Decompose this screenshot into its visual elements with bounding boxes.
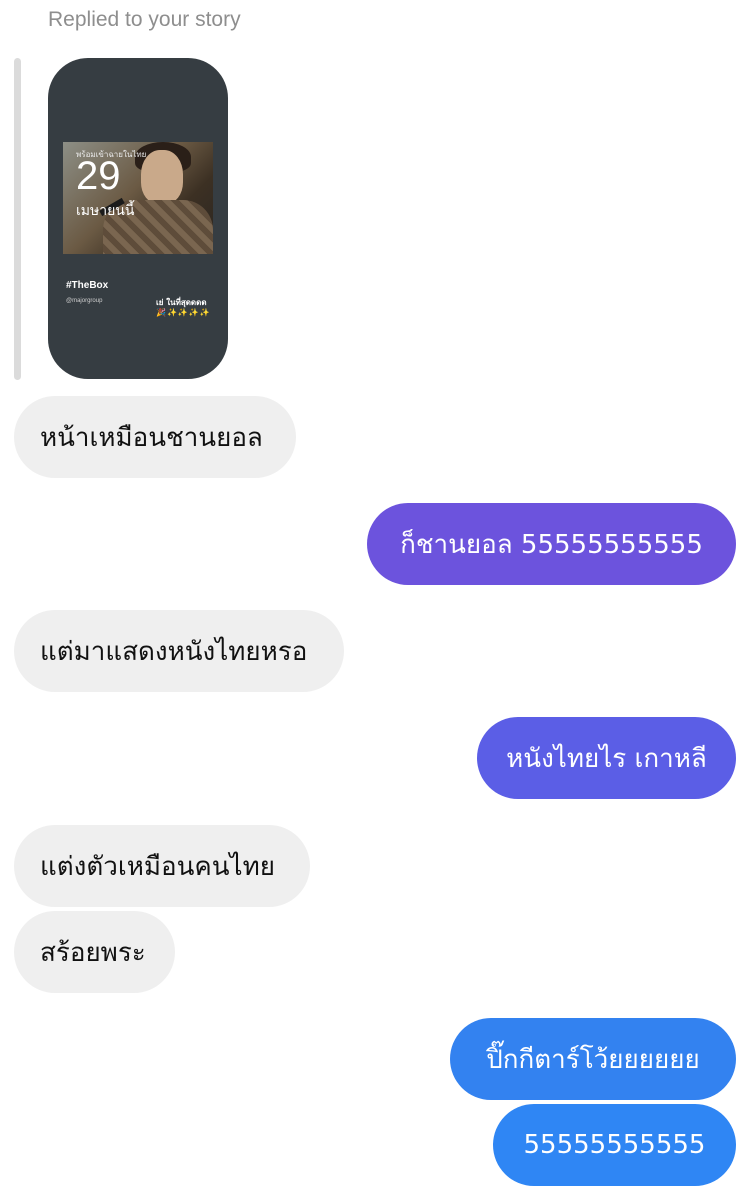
message-text: แต่มาแสดงหนังไทยหรอ [40, 636, 308, 667]
message-bubble-outgoing[interactable]: ปิ๊กกีตาร์โว้ยยยยยย [450, 1018, 736, 1100]
story-person-face [141, 150, 183, 204]
message-text: หนังไทยไร เกาหลี [506, 743, 707, 774]
message-bubble-incoming[interactable]: สร้อยพระ [14, 911, 175, 993]
reply-quote-bar [14, 58, 21, 380]
message-text: ปิ๊กกีตาร์โว้ยยยยยย [486, 1044, 700, 1075]
story-emoji: 🎉✨✨✨✨ [156, 308, 211, 317]
reply-header: Replied to your story [48, 8, 241, 31]
message-text: แต่งตัวเหมือนคนไทย [40, 851, 275, 882]
message-bubble-incoming[interactable]: หน้าเหมือนชานยอล [14, 396, 296, 478]
message-bubble-incoming[interactable]: แต่งตัวเหมือนคนไทย [14, 825, 310, 907]
message-bubble-outgoing[interactable]: 55555555555 [493, 1104, 736, 1186]
story-hashtag: #TheBox [66, 280, 109, 291]
message-text: ก็ชานยอล 55555555555 [400, 529, 703, 560]
story-month: เมษายนนี้ [76, 203, 135, 219]
message-bubble-outgoing[interactable]: หนังไทยไร เกาหลี [477, 717, 736, 799]
message-bubble-incoming[interactable]: แต่มาแสดงหนังไทยหรอ [14, 610, 344, 692]
message-text: 55555555555 [523, 1130, 706, 1160]
message-bubble-outgoing[interactable]: ก็ชานยอล 55555555555 [367, 503, 736, 585]
story-date: 29 [76, 154, 121, 198]
message-text: หน้าเหมือนชานยอล [40, 422, 263, 453]
story-preview[interactable]: พร้อมเข้าฉายในไทย 29 เมษายนนี้ #TheBox @… [48, 58, 228, 379]
message-text: สร้อยพระ [40, 937, 146, 968]
story-handle: @majorgroup [66, 298, 103, 304]
